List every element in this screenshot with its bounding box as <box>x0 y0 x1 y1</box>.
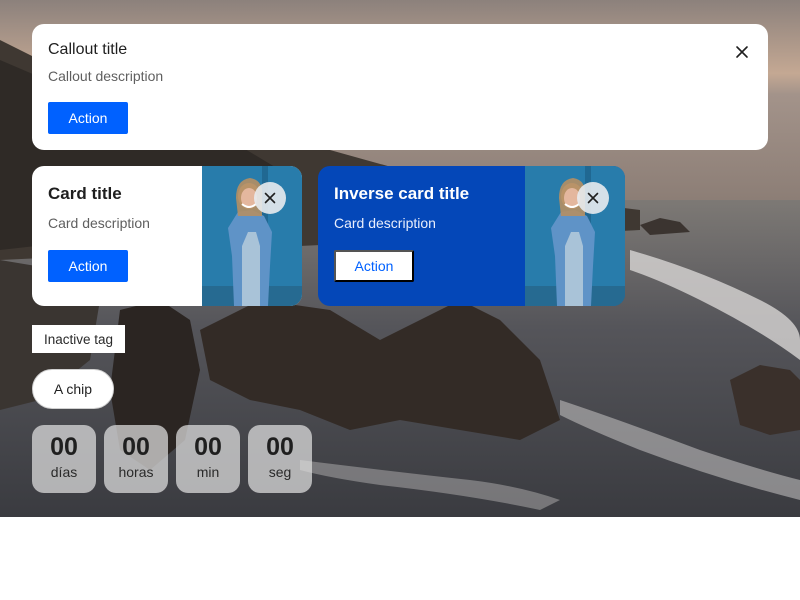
card-description: Card description <box>334 215 436 231</box>
countdown-unit: días <box>50 464 78 480</box>
countdown-minutes: 00 min <box>176 425 240 493</box>
card-image <box>525 166 625 306</box>
card-action-button[interactable]: Action <box>48 250 128 282</box>
card: Card title Card description Action <box>32 166 302 306</box>
callout-description: Callout description <box>48 68 164 84</box>
inverse-card: Inverse card title Card description Acti… <box>318 166 625 306</box>
countdown-unit: seg <box>268 464 292 480</box>
card-action-button[interactable]: Action <box>334 250 414 282</box>
close-icon[interactable] <box>732 42 752 62</box>
countdown-value: 00 <box>194 433 222 461</box>
countdown-hours: 00 horas <box>104 425 168 493</box>
close-icon[interactable] <box>254 182 286 214</box>
card-title: Inverse card title <box>334 184 470 203</box>
countdown-value: 00 <box>266 433 294 461</box>
countdown-days: 00 días <box>32 425 96 493</box>
countdown-value: 00 <box>122 433 150 461</box>
countdown-unit: horas <box>118 464 154 480</box>
inactive-tag: Inactive tag <box>32 325 126 353</box>
callout-title: Callout title <box>48 41 128 58</box>
countdown-seconds: 00 seg <box>248 425 312 493</box>
card-image <box>202 166 302 306</box>
chip[interactable]: A chip <box>32 369 114 409</box>
card-title: Card title <box>48 184 122 203</box>
countdown-unit: min <box>196 464 220 480</box>
callout: Callout title Callout description Action <box>32 24 768 150</box>
countdown-value: 00 <box>50 433 78 461</box>
card-description: Card description <box>48 215 150 231</box>
close-icon[interactable] <box>577 182 609 214</box>
callout-action-button[interactable]: Action <box>48 102 128 134</box>
